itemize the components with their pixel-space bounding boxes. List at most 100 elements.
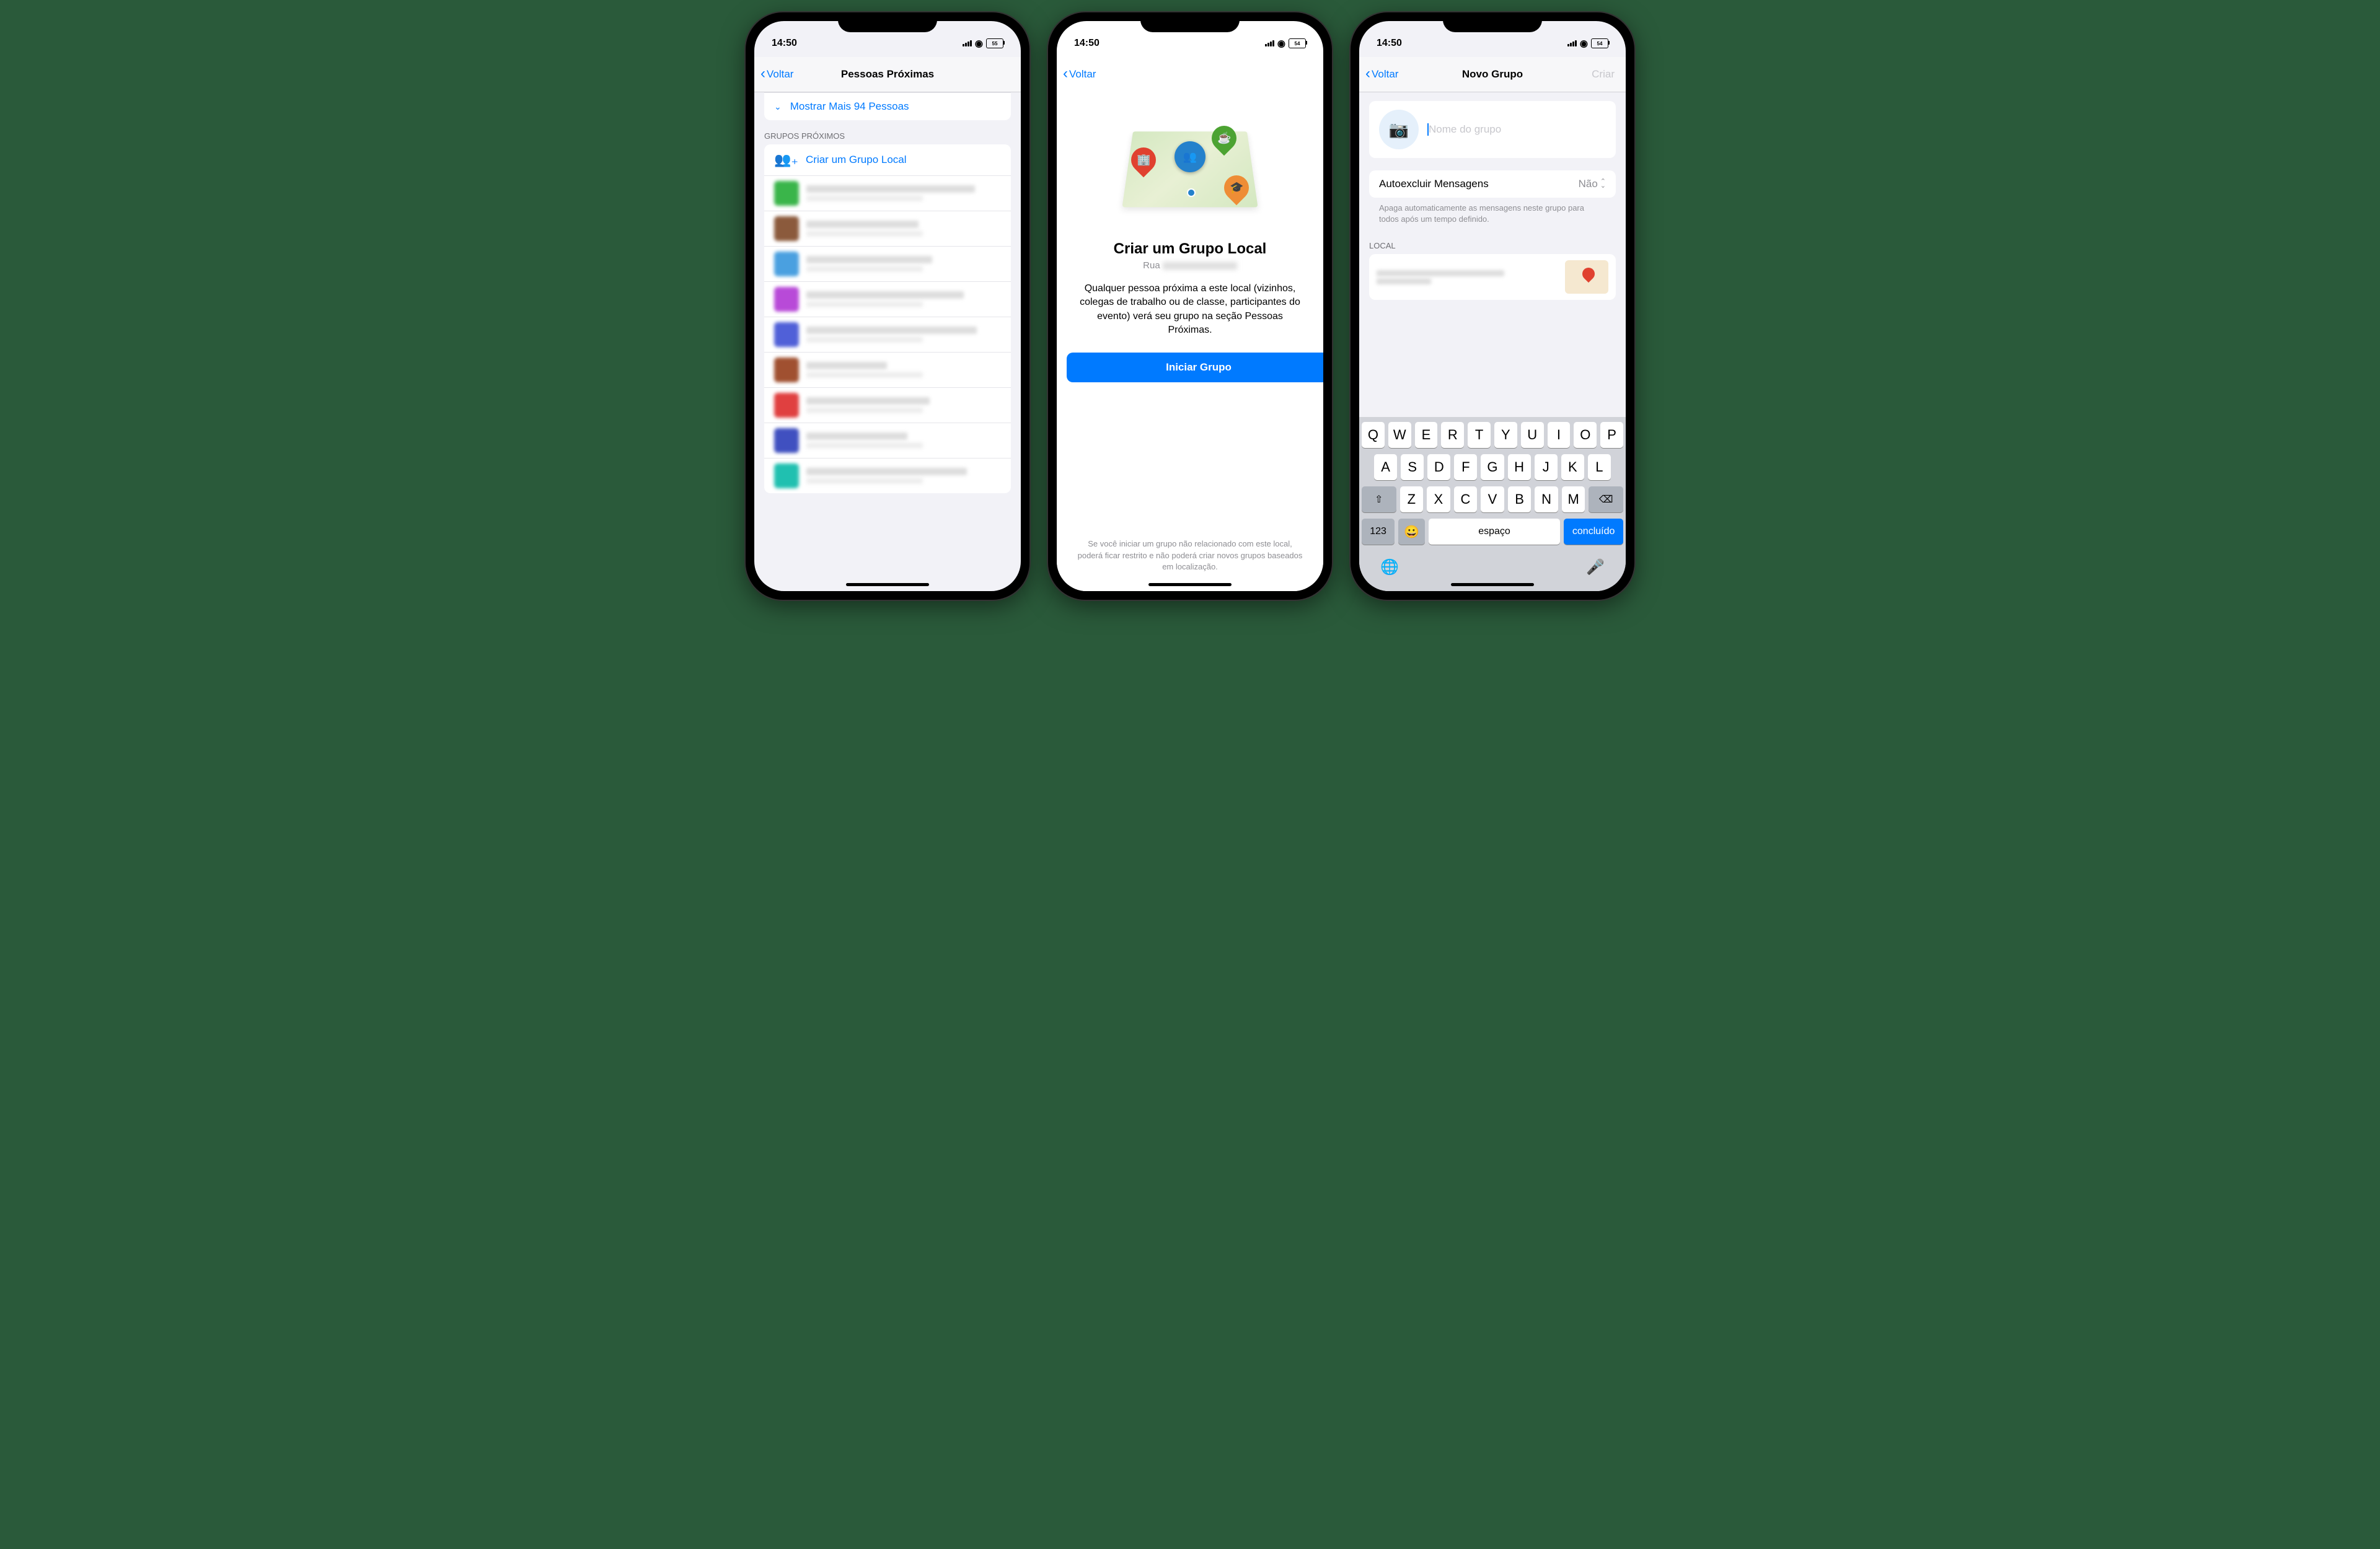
- updown-icon: ⌃⌄: [1600, 180, 1606, 188]
- phone-3: 14:50 ◉ 54 ‹ Voltar Novo Grupo Criar 📷: [1351, 12, 1634, 600]
- key-t[interactable]: T: [1468, 422, 1491, 448]
- key-a[interactable]: A: [1374, 454, 1397, 480]
- notch: [838, 12, 937, 32]
- home-indicator[interactable]: [1148, 583, 1232, 586]
- group-row[interactable]: [764, 282, 1011, 317]
- key-j[interactable]: J: [1535, 454, 1558, 480]
- status-time: 14:50: [1074, 38, 1100, 49]
- group-avatar: [774, 322, 799, 347]
- group-avatar: [774, 463, 799, 488]
- signal-icon: [1265, 40, 1274, 46]
- group-row[interactable]: [764, 176, 1011, 211]
- map-illustration: 🏢 ☕ 🎓 👥: [1122, 116, 1258, 216]
- create-button[interactable]: Criar: [1592, 68, 1620, 81]
- phone-2: 14:50 ◉ 54 ‹ Voltar 🏢 ☕ 🎓 👥: [1048, 12, 1332, 600]
- signal-icon: [1567, 40, 1577, 46]
- group-avatar: [774, 287, 799, 312]
- local-group: [1369, 254, 1616, 300]
- done-key[interactable]: concluído: [1564, 519, 1623, 545]
- create-local-group-button[interactable]: 👥₊ Criar um Grupo Local: [764, 144, 1011, 176]
- home-indicator[interactable]: [1451, 583, 1534, 586]
- group-row[interactable]: [764, 247, 1011, 282]
- phone-1: 14:50 ◉ 55 ‹ Voltar Pessoas Próximas ⌄ M…: [746, 12, 1029, 600]
- add-photo-button[interactable]: 📷: [1379, 110, 1419, 149]
- globe-key[interactable]: 🌐: [1380, 558, 1399, 576]
- start-group-button[interactable]: Iniciar Grupo: [1067, 353, 1323, 382]
- key-y[interactable]: Y: [1494, 422, 1517, 448]
- nav-bar: ‹ Voltar: [1057, 57, 1323, 92]
- footer-note: Se você iniciar um grupo não relacionado…: [1057, 538, 1323, 573]
- location-row[interactable]: [1369, 254, 1616, 300]
- back-button[interactable]: ‹ Voltar: [1365, 68, 1398, 81]
- section-header-local: LOCAL: [1359, 230, 1626, 254]
- chevron-left-icon: ‹: [760, 66, 765, 81]
- numbers-key[interactable]: 123: [1362, 519, 1395, 545]
- home-indicator[interactable]: [846, 583, 929, 586]
- key-v[interactable]: V: [1481, 486, 1504, 512]
- map-thumbnail: [1565, 260, 1608, 294]
- keyboard: QWERTYUIOP ASDFGHJKL ⇧ ZXCVBNM ⌫ 123 😀 e…: [1359, 417, 1626, 591]
- group-avatar: [774, 358, 799, 382]
- notch: [1140, 12, 1240, 32]
- group-row[interactable]: [764, 423, 1011, 459]
- group-avatar: [774, 252, 799, 276]
- group-add-icon: 👥₊: [774, 152, 798, 168]
- wifi-icon: ◉: [1277, 38, 1285, 49]
- emoji-key[interactable]: 😀: [1398, 519, 1425, 545]
- key-r[interactable]: R: [1441, 422, 1464, 448]
- group-row[interactable]: [764, 317, 1011, 353]
- autodelete-hint: Apaga automaticamente as mensagens neste…: [1359, 198, 1626, 230]
- mic-key[interactable]: 🎤: [1586, 558, 1605, 576]
- key-b[interactable]: B: [1508, 486, 1532, 512]
- key-e[interactable]: E: [1415, 422, 1438, 448]
- key-i[interactable]: I: [1548, 422, 1571, 448]
- camera-icon: 📷: [1389, 120, 1409, 139]
- group-row[interactable]: [764, 211, 1011, 247]
- group-avatar: [774, 216, 799, 241]
- pin-people-icon: 👥: [1175, 141, 1205, 172]
- page-title: Pessoas Próximas: [841, 68, 934, 81]
- backspace-key[interactable]: ⌫: [1589, 486, 1623, 512]
- key-n[interactable]: N: [1535, 486, 1558, 512]
- group-avatar: [774, 393, 799, 418]
- group-row[interactable]: [764, 388, 1011, 423]
- battery-icon: 54: [1289, 38, 1306, 48]
- key-k[interactable]: K: [1561, 454, 1584, 480]
- street-label: Rua: [1143, 260, 1237, 271]
- key-f[interactable]: F: [1454, 454, 1477, 480]
- key-p[interactable]: P: [1600, 422, 1623, 448]
- key-x[interactable]: X: [1427, 486, 1450, 512]
- back-button[interactable]: ‹ Voltar: [760, 68, 793, 81]
- group-name-input[interactable]: Nome do grupo: [1429, 123, 1606, 136]
- hero-description: Qualquer pessoa próxima a este local (vi…: [1075, 282, 1305, 338]
- group-row[interactable]: [764, 459, 1011, 493]
- key-d[interactable]: D: [1427, 454, 1450, 480]
- battery-icon: 55: [986, 38, 1003, 48]
- nav-bar: ‹ Voltar Novo Grupo Criar: [1359, 57, 1626, 92]
- space-key[interactable]: espaço: [1429, 519, 1561, 545]
- key-m[interactable]: M: [1562, 486, 1585, 512]
- group-avatar: [774, 181, 799, 206]
- key-o[interactable]: O: [1574, 422, 1597, 448]
- key-h[interactable]: H: [1508, 454, 1531, 480]
- name-group: 📷 Nome do grupo: [1369, 101, 1616, 158]
- show-more-button[interactable]: ⌄ Mostrar Mais 94 Pessoas: [764, 92, 1011, 120]
- key-z[interactable]: Z: [1400, 486, 1424, 512]
- key-q[interactable]: Q: [1362, 422, 1385, 448]
- battery-icon: 54: [1591, 38, 1608, 48]
- shift-key[interactable]: ⇧: [1362, 486, 1396, 512]
- chevron-down-icon: ⌄: [774, 102, 782, 112]
- chevron-left-icon: ‹: [1365, 66, 1370, 81]
- key-u[interactable]: U: [1521, 422, 1544, 448]
- key-g[interactable]: G: [1481, 454, 1504, 480]
- chevron-left-icon: ‹: [1063, 66, 1068, 81]
- key-l[interactable]: L: [1588, 454, 1611, 480]
- key-w[interactable]: W: [1388, 422, 1411, 448]
- group-row[interactable]: [764, 353, 1011, 388]
- section-header-groups: GRUPOS PRÓXIMOS: [754, 120, 1021, 144]
- status-time: 14:50: [772, 38, 797, 49]
- back-button[interactable]: ‹ Voltar: [1063, 68, 1096, 81]
- key-s[interactable]: S: [1401, 454, 1424, 480]
- key-c[interactable]: C: [1454, 486, 1478, 512]
- autodelete-row[interactable]: Autoexcluir Mensagens Não ⌃⌄: [1369, 170, 1616, 198]
